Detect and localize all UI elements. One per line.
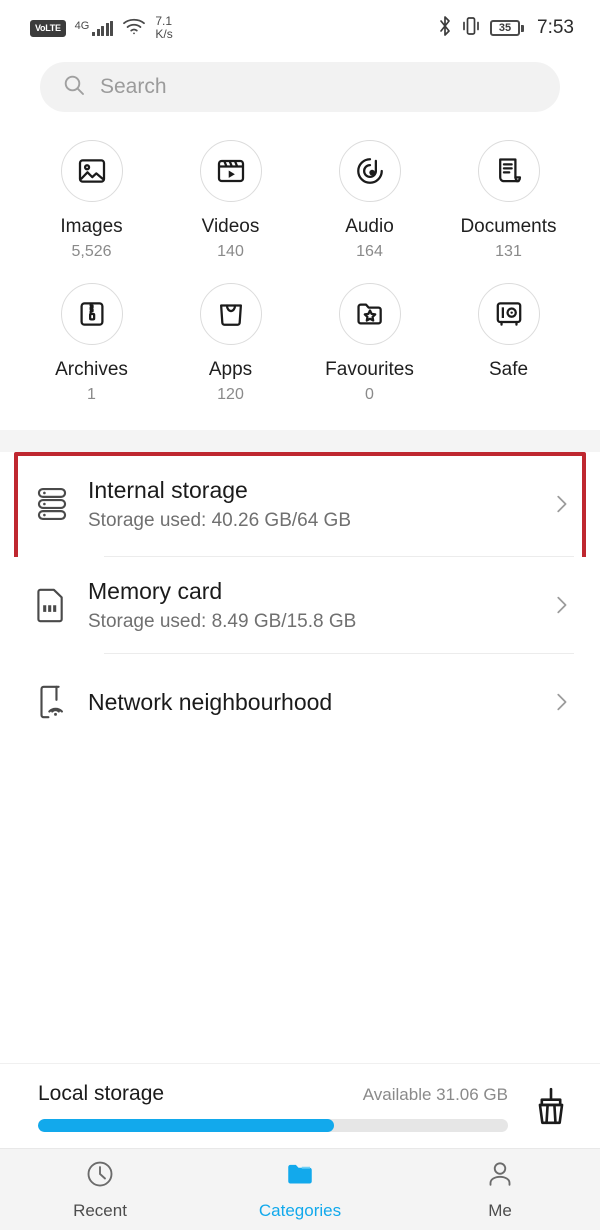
network-speed: 7.1 K/s (155, 15, 172, 40)
search-area: Search (0, 56, 600, 112)
storage-row-text: Internal storage Storage used: 40.26 GB/… (88, 477, 548, 532)
chevron-right-icon (548, 493, 574, 515)
chevron-right-icon (548, 594, 574, 616)
storage-row-internal[interactable]: Internal storage Storage used: 40.26 GB/… (0, 452, 600, 556)
local-storage-available: Available 31.06 GB (362, 1085, 508, 1104)
category-label: Apps (208, 359, 253, 380)
category-count: 164 (356, 243, 383, 260)
bottom-navigation: Recent Categories Me (0, 1148, 600, 1230)
section-divider-band (0, 430, 600, 452)
storage-row-title: Memory card (88, 577, 223, 604)
status-bar-left: VoLTE 4G 7.1 K/s (30, 15, 173, 40)
storage-progress-bar (38, 1119, 508, 1132)
status-bar-right: 35 7:53 (438, 15, 574, 42)
broom-icon[interactable] (528, 1086, 574, 1128)
category-documents[interactable]: Documents 131 (439, 140, 578, 261)
category-count: 120 (217, 386, 244, 403)
category-label: Audio (345, 216, 394, 237)
audio-icon (338, 140, 401, 202)
vibrate-icon (461, 15, 481, 42)
memory-card-icon (34, 586, 88, 624)
category-label: Images (60, 216, 123, 237)
storage-row-text: Memory card Storage used: 8.49 GB/15.8 G… (88, 578, 548, 633)
image-icon (60, 140, 123, 202)
network-generation-label: 4G (74, 19, 90, 32)
network-neighbourhood-icon (34, 683, 88, 721)
network-speed-unit: K/s (155, 27, 173, 41)
battery-icon: 35 (490, 20, 525, 36)
internal-storage-row-host: Internal storage Storage used: 40.26 GB/… (0, 452, 600, 562)
storage-row-title: Internal storage (88, 476, 248, 503)
volte-icon: VoLTE (30, 19, 66, 37)
storage-progress-fill (38, 1119, 335, 1132)
file-manager-screen: VoLTE 4G 7.1 K/s 35 7:53 Search Images 5… (0, 0, 600, 1230)
category-audio[interactable]: Audio 164 (300, 140, 439, 261)
cellular-signal-icon: 4G (74, 19, 114, 36)
category-label: Archives (55, 359, 128, 380)
category-apps[interactable]: Apps 120 (161, 283, 300, 404)
category-label: Videos (201, 216, 260, 237)
status-bar: VoLTE 4G 7.1 K/s 35 7:53 (0, 0, 600, 56)
nav-label: Recent (73, 1200, 127, 1220)
storage-row-text: Network neighbourhood (88, 689, 548, 716)
search-icon (62, 73, 86, 102)
archive-icon (60, 283, 123, 345)
local-storage-title: Local storage (38, 1082, 165, 1105)
storage-row-title: Network neighbourhood (88, 688, 333, 715)
nav-label: Categories (258, 1200, 342, 1220)
category-count: 5,526 (71, 243, 112, 260)
category-safe[interactable]: Safe (439, 283, 578, 404)
category-images[interactable]: Images 5,526 (22, 140, 161, 261)
category-count: 131 (495, 243, 522, 260)
folder-icon (285, 1159, 315, 1194)
category-grid: Images 5,526 Videos 140 Audio 164 Docume… (0, 112, 600, 404)
category-count: 1 (87, 386, 96, 403)
category-count: 0 (365, 386, 374, 403)
clock-icon (85, 1159, 115, 1194)
document-icon (477, 140, 540, 202)
nav-item-categories[interactable]: Categories (200, 1159, 400, 1221)
content-spacer (0, 750, 600, 1063)
category-label: Safe (488, 359, 529, 380)
category-label: Favourites (325, 359, 414, 380)
wifi-icon (122, 17, 146, 40)
signal-bars-icon (92, 20, 114, 36)
category-archives[interactable]: Archives 1 (22, 283, 161, 404)
nav-label: Me (488, 1200, 512, 1220)
battery-level: 35 (498, 21, 512, 34)
local-storage-summary: Local storage Available 31.06 GB (0, 1063, 600, 1148)
category-videos[interactable]: Videos 140 (161, 140, 300, 261)
chevron-right-icon (548, 691, 574, 713)
category-count: 140 (217, 243, 244, 260)
safe-icon (477, 283, 540, 345)
nav-item-recent[interactable]: Recent (0, 1159, 200, 1221)
search-placeholder: Search (100, 75, 167, 98)
category-label: Documents (460, 216, 557, 237)
status-bar-clock: 7:53 (537, 17, 574, 38)
category-favourites[interactable]: Favourites 0 (300, 283, 439, 404)
storage-row-subtitle: Storage used: 40.26 GB/64 GB (88, 509, 352, 531)
storage-row-network-neighbourhood[interactable]: Network neighbourhood (0, 654, 600, 750)
search-input[interactable]: Search (40, 62, 560, 112)
storage-list: Internal storage Storage used: 40.26 GB/… (0, 452, 600, 750)
local-storage-main: Local storage Available 31.06 GB (38, 1082, 508, 1132)
person-icon (485, 1159, 515, 1194)
nav-item-me[interactable]: Me (400, 1159, 600, 1221)
favourites-icon (338, 283, 401, 345)
bluetooth-icon (438, 15, 452, 42)
local-storage-header: Local storage Available 31.06 GB (38, 1082, 508, 1106)
video-icon (199, 140, 262, 202)
storage-row-subtitle: Storage used: 8.49 GB/15.8 GB (88, 610, 357, 632)
storage-row-memory-card[interactable]: Memory card Storage used: 8.49 GB/15.8 G… (0, 557, 600, 653)
internal-storage-icon (34, 485, 88, 523)
apps-icon (199, 283, 262, 345)
